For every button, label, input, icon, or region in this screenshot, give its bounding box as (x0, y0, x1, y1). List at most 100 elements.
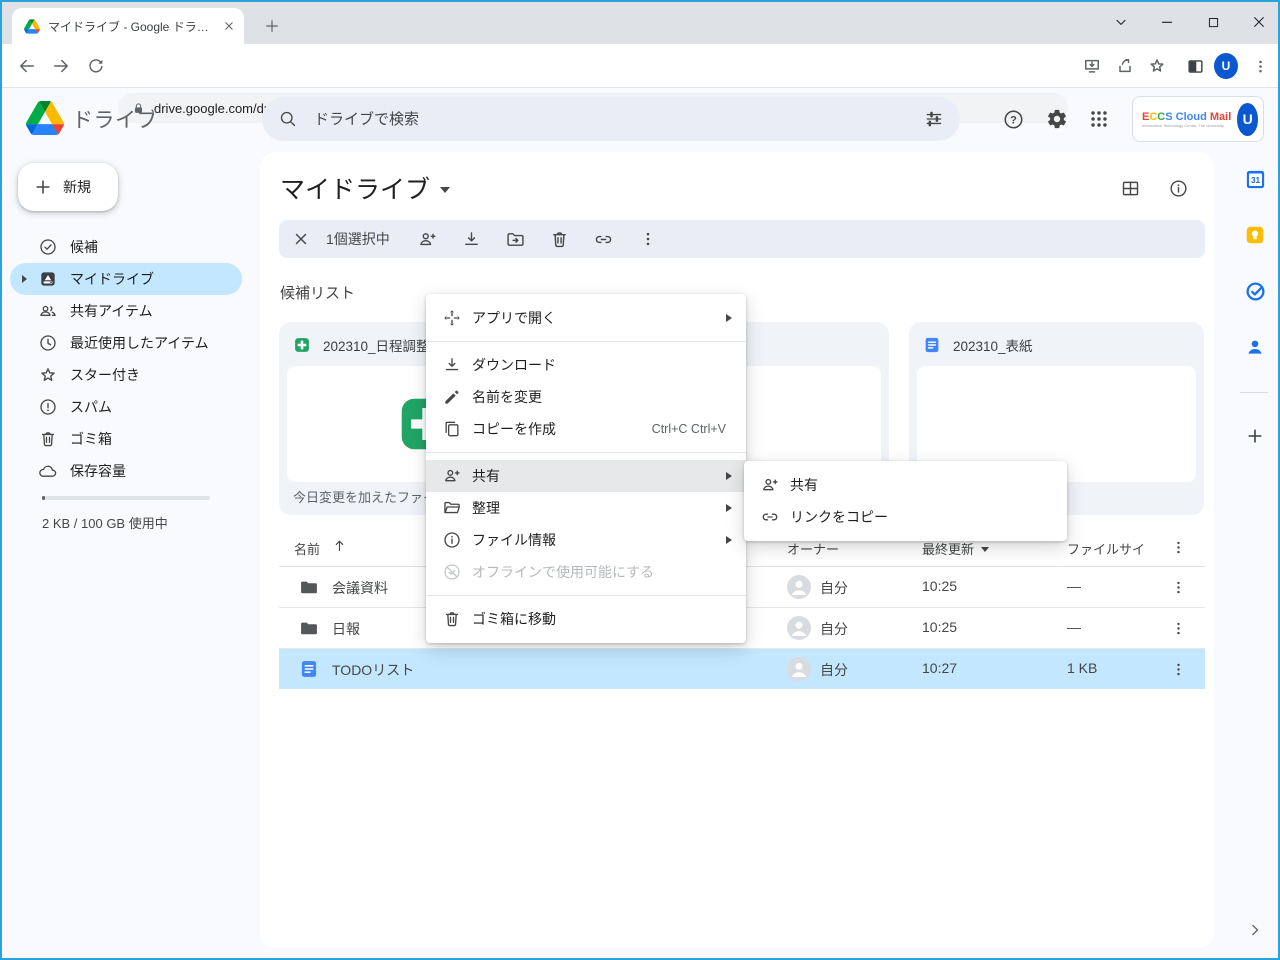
tab-close-icon[interactable] (222, 19, 236, 33)
window-minimize-icon[interactable] (1148, 6, 1186, 38)
card-title: 202310_表紙 (953, 335, 1033, 355)
submenu-arrow-icon (726, 536, 732, 544)
drive-logo[interactable] (26, 101, 64, 135)
window-close-icon[interactable] (1240, 6, 1278, 38)
row-more-kebab-icon[interactable] (1168, 659, 1188, 679)
folder-icon (299, 618, 319, 638)
browser-tab[interactable]: マイドライブ - Google ドライブ (12, 8, 244, 44)
info-icon (442, 530, 462, 550)
storage-progress-bar (42, 496, 210, 500)
row-more-kebab-icon[interactable] (1168, 618, 1188, 638)
toolbar-download-icon[interactable] (450, 220, 494, 258)
folder-icon (299, 577, 319, 597)
new-button[interactable]: 新規 (18, 163, 118, 211)
suggestions-label: 候補リスト (280, 282, 355, 303)
menu-item-organize[interactable]: 整理 (426, 492, 746, 524)
row-more-kebab-icon[interactable] (1168, 577, 1188, 597)
sort-ascending-icon[interactable] (331, 537, 348, 554)
submenu-item-copy-link[interactable]: リンクをコピー (744, 501, 1067, 533)
install-icon[interactable] (1080, 54, 1104, 78)
menu-item-make-copy[interactable]: コピーを作成 Ctrl+C Ctrl+V (426, 413, 746, 445)
browser-toolbar: drive.google.com/drive/my-drive U (2, 44, 1278, 88)
submenu-arrow-icon (726, 314, 732, 322)
tasks-icon[interactable] (1243, 279, 1267, 303)
sidebar-item-spam[interactable]: スパム (10, 391, 242, 423)
sidebar-item-trash[interactable]: ゴミ箱 (10, 423, 242, 455)
help-icon[interactable]: ? (999, 105, 1027, 133)
search-options-tune-icon[interactable] (924, 109, 944, 129)
new-button-label: 新規 (63, 177, 91, 197)
window-maximize-icon[interactable] (1194, 6, 1232, 38)
card-title: 202310_日程調整 (323, 335, 430, 355)
details-info-icon[interactable] (1165, 175, 1191, 201)
sidebar-item-my-drive[interactable]: マイドライブ (10, 263, 242, 295)
apps-grid-icon[interactable] (1085, 105, 1113, 133)
sidebar-item-starred[interactable]: スター付き (10, 359, 242, 391)
spam-icon (38, 397, 58, 417)
sidebar-nav: 候補 マイドライブ 共有アイテム 最近使用したアイテム スター付き スパム ゴミ… (2, 231, 258, 487)
person-add-icon (760, 475, 780, 495)
menu-item-download[interactable]: ダウンロード (426, 349, 746, 381)
forward-icon[interactable] (49, 54, 73, 78)
expand-panel-chevron-icon[interactable] (1245, 920, 1265, 940)
owner-avatar (787, 575, 811, 599)
page-title[interactable]: マイドライブ (280, 170, 450, 206)
menu-item-open-with[interactable]: アプリで開く (426, 302, 746, 334)
contacts-icon[interactable] (1243, 335, 1267, 359)
menu-item-rename[interactable]: 名前を変更 (426, 381, 746, 413)
download-icon (442, 355, 462, 375)
toolbar-trash-icon[interactable] (538, 220, 582, 258)
people-icon (38, 301, 58, 321)
menu-item-file-info[interactable]: ファイル情報 (426, 524, 746, 556)
reload-icon[interactable] (83, 54, 107, 78)
sidebar-item-storage[interactable]: 保存容量 (10, 455, 242, 487)
search-icon[interactable] (278, 109, 298, 129)
sidebar-item-recent[interactable]: 最近使用したアイテム (10, 327, 242, 359)
grid-view-icon[interactable] (1117, 175, 1143, 201)
search-input[interactable] (312, 110, 910, 129)
menu-item-move-to-trash[interactable]: ゴミ箱に移動 (426, 603, 746, 635)
header-more-kebab-icon[interactable] (1168, 537, 1188, 557)
clear-selection-icon[interactable] (286, 220, 316, 258)
submenu-arrow-icon (726, 472, 732, 480)
account-badge[interactable]: ECCS Cloud Mail Information Technology C… (1132, 96, 1264, 142)
back-icon[interactable] (15, 54, 39, 78)
rename-pencil-icon (442, 387, 462, 407)
keep-icon[interactable] (1243, 223, 1267, 247)
toolbar-move-icon[interactable] (494, 220, 538, 258)
calendar-icon[interactable]: 31 (1243, 167, 1267, 191)
copy-icon (442, 419, 462, 439)
table-row-selected[interactable]: TODOリスト 自分 10:27 1 KB (279, 649, 1205, 689)
expand-arrow-icon[interactable] (22, 275, 27, 283)
window-chevron-icon[interactable] (1102, 6, 1140, 38)
toolbar-share-person-add-icon[interactable] (406, 220, 450, 258)
shortcut-text: Ctrl+C Ctrl+V (652, 422, 726, 436)
submenu-item-share[interactable]: 共有 (744, 469, 1067, 501)
settings-gear-icon[interactable] (1043, 105, 1071, 133)
search-bar[interactable] (262, 97, 960, 141)
header-owner[interactable]: オーナー (787, 539, 839, 558)
browser-menu-kebab-icon[interactable] (1248, 54, 1272, 78)
plus-icon (37, 181, 49, 193)
bookmark-star-icon[interactable] (1145, 54, 1169, 78)
add-addon-plus-icon[interactable] (1243, 424, 1267, 448)
header-name[interactable]: 名前 (294, 539, 320, 558)
sidebar-item-suggested[interactable]: 候補 (10, 231, 242, 263)
menu-item-share[interactable]: 共有 (426, 460, 746, 492)
trash-icon (38, 429, 58, 449)
docs-file-icon (299, 659, 319, 679)
sidebar-item-shared[interactable]: 共有アイテム (10, 295, 242, 327)
organize-folder-icon (442, 498, 462, 518)
toolbar-more-kebab-icon[interactable] (626, 220, 670, 258)
share-submenu: 共有 リンクをコピー (744, 461, 1067, 541)
browser-profile-avatar[interactable]: U (1214, 54, 1238, 78)
new-tab-button[interactable] (260, 14, 284, 38)
drive-profile-avatar[interactable]: U (1237, 103, 1258, 136)
header-modified[interactable]: 最終更新 (922, 539, 989, 558)
toolbar-link-icon[interactable] (582, 220, 626, 258)
offline-pin-icon (442, 562, 462, 582)
share-icon[interactable] (1113, 54, 1137, 78)
owner-avatar (787, 657, 811, 681)
side-panel-icon[interactable] (1183, 54, 1207, 78)
header-size[interactable]: ファイルサイ (1067, 539, 1145, 558)
